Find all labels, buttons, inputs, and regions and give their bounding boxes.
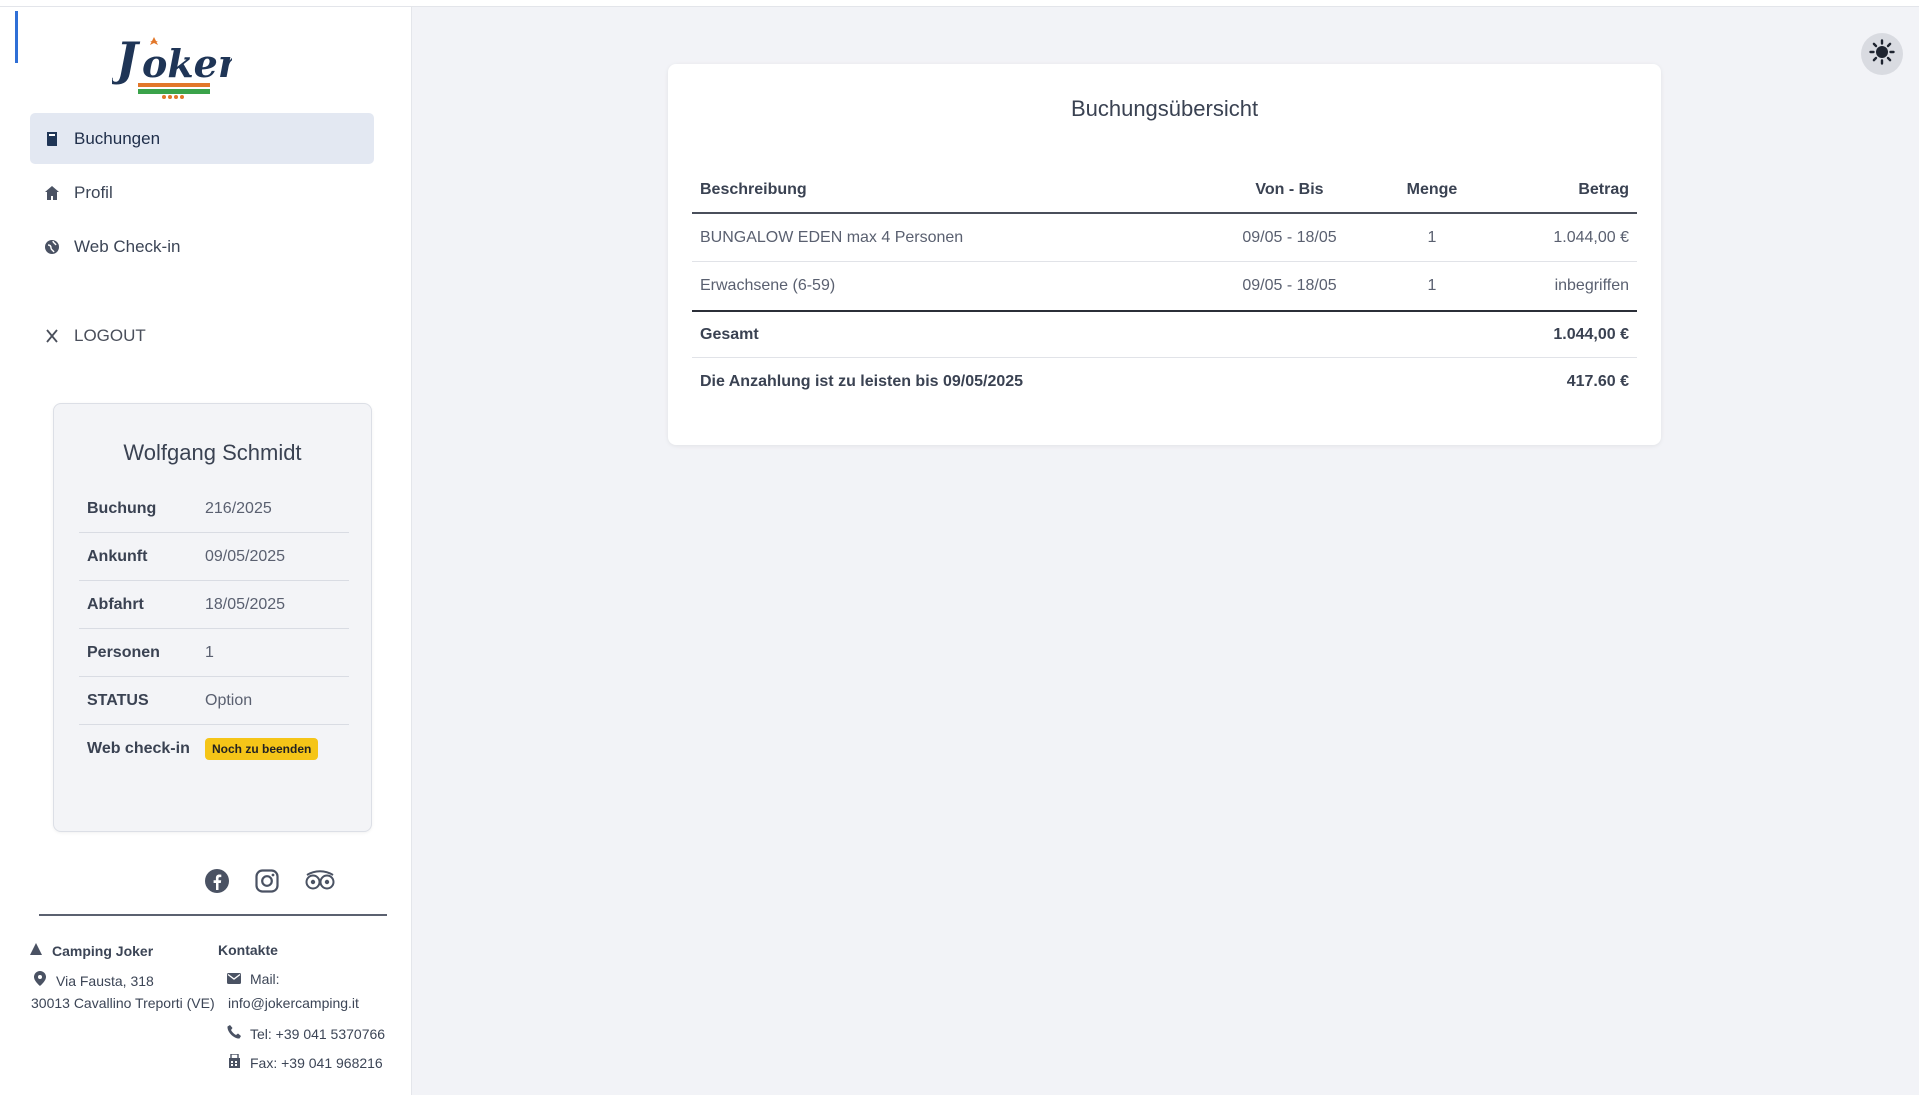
table-row: BUNGALOW EDEN max 4 Personen 09/05 - 18/… [692,214,1637,262]
deposit-amount: 417.60 € [1566,373,1629,390]
info-row-status: STATUS Option [79,677,349,725]
tripadvisor-icon[interactable] [303,867,337,895]
info-value: 216/2025 [205,499,272,517]
booking-table: Beschreibung Von - Bis Menge Betrag BUNG… [692,168,1637,406]
fax-number: Fax: +39 041 968216 [250,1055,383,1071]
logo-graphic: J oker [108,32,241,99]
cell-qty: 1 [1427,228,1437,246]
logout-label: LOGOUT [74,325,146,345]
nav-item-profil[interactable]: Profil [30,167,374,218]
table-row: Erwachsene (6-59) 09/05 - 18/05 1 inbegr… [692,262,1637,310]
page-title: Buchungsübersicht [1070,96,1259,121]
footer-fax: Fax: +39 041 968216 [226,1053,383,1071]
home-icon [44,185,60,201]
guest-name: Wolfgang Schmidt [123,440,302,465]
deposit-label: Die Anzahlung ist zu leisten bis 09/05/2… [700,373,1024,390]
info-value: Option [205,691,253,709]
info-row-ankunft: Ankunft 09/05/2025 [79,533,349,581]
deposit-row: Die Anzahlung ist zu leisten bis 09/05/2… [692,358,1637,406]
booking-overview-panel: Buchungsübersicht Beschreibung Von - Bis… [668,64,1661,445]
header-beschreibung: Beschreibung [700,181,807,198]
mail-icon [226,971,242,987]
status-badge: Noch zu beenden [205,738,319,760]
joker-logo[interactable]: J oker [108,25,241,103]
phone-icon [226,1025,242,1042]
instagram-icon[interactable] [253,867,281,895]
cell-dates: 09/05 - 18/05 [1242,228,1337,246]
footer-company: Camping Joker [28,942,153,959]
cell-dates: 09/05 - 18/05 [1242,277,1337,294]
fax-icon [226,1053,242,1071]
cell-qty: 1 [1427,277,1437,294]
footer-city: 30013 Cavallino Treporti (VE) [31,995,215,1011]
table-header: Beschreibung Von - Bis Menge Betrag [692,168,1637,214]
globe-icon [44,239,60,255]
info-key: Abfahrt [87,595,144,613]
info-value: 18/05/2025 [205,595,286,613]
svg-text:J: J [112,32,141,86]
footer-street: Via Fausta, 318 [32,971,154,989]
total-label: Gesamt [700,325,759,343]
cell-desc: BUNGALOW EDEN max 4 Personen [700,228,964,246]
nav-item-label: Profil [74,182,113,202]
info-key: STATUS [87,691,149,709]
info-key: Buchung [87,499,157,517]
top-border [0,0,1919,7]
footer-phone[interactable]: Tel: +39 041 5370766 [226,1025,385,1042]
info-row-buchung: Buchung 216/2025 [79,485,349,533]
cell-amount: 1.044,00 € [1553,228,1629,246]
street-address: Via Fausta, 318 [56,973,154,989]
company-name: Camping Joker [52,943,154,959]
facebook-icon[interactable] [203,867,231,895]
nav-item-label: Buchungen [74,128,161,148]
total-amount: 1.044,00 € [1553,325,1629,343]
sidebar: J oker Buchungen Profil Web Check-in LOG… [0,7,412,1095]
mail-link[interactable]: info@jokercamping.it [228,995,359,1011]
booking-summary-card: Wolfgang Schmidt Buchung 216/2025 Ankunf… [53,403,372,832]
info-key: Personen [87,643,160,661]
close-icon [44,328,60,344]
header-betrag: Betrag [1578,181,1629,198]
info-value: 09/05/2025 [205,547,286,565]
sun-icon [1869,38,1895,70]
map-pin-icon [32,971,48,989]
logout-button[interactable]: LOGOUT [30,310,374,361]
header-von-bis: Von - Bis [1255,181,1324,198]
nav-item-label: Web Check-in [74,236,181,256]
svg-text:oker: oker [142,41,232,86]
campground-icon [28,942,44,959]
contacts-title: Kontakte [218,942,278,958]
phone-number: Tel: +39 041 5370766 [250,1026,386,1042]
info-row-webcheckin: Web check-in Noch zu beenden [79,725,349,773]
info-row-personen: Personen 1 [79,629,349,677]
mail-label: Mail: [250,971,280,987]
footer-mail-label: Mail: [226,971,280,987]
info-value: 1 [205,643,214,661]
book-icon [44,131,60,147]
theme-toggle-button[interactable] [1861,33,1903,75]
nav-item-buchungen[interactable]: Buchungen [30,113,374,164]
focus-indicator [15,11,18,63]
info-key: Ankunft [87,547,148,565]
info-key: Web check-in [87,740,190,757]
cell-amount: inbegriffen [1554,277,1629,294]
header-menge: Menge [1406,181,1458,198]
info-row-abfahrt: Abfahrt 18/05/2025 [79,581,349,629]
footer-divider [39,914,387,916]
cell-desc: Erwachsene (6-59) [700,277,836,294]
nav-item-web-checkin[interactable]: Web Check-in [30,221,374,272]
total-row: Gesamt 1.044,00 € [692,310,1637,358]
